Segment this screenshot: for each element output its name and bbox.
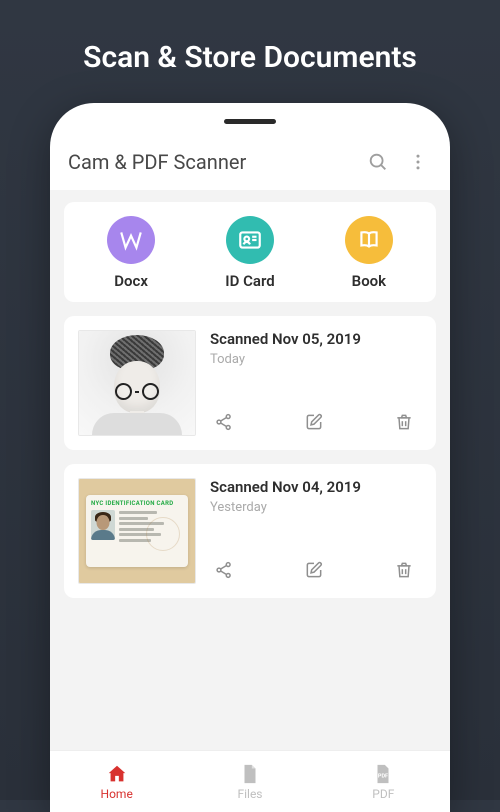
phone-notch xyxy=(224,119,276,124)
share-icon xyxy=(214,560,234,580)
category-book[interactable]: Book xyxy=(345,216,393,290)
tab-pdf[interactable]: PDF PDF xyxy=(317,751,450,812)
share-icon xyxy=(214,412,234,432)
scan-card-body: Scanned Nov 04, 2019 Yesterday xyxy=(210,478,422,584)
categories-row: Docx ID Card Book xyxy=(64,202,436,302)
search-button[interactable] xyxy=(364,148,392,176)
page-title: Scan & Store Documents xyxy=(0,0,500,103)
category-label: ID Card xyxy=(225,272,274,290)
app-bar: Cam & PDF Scanner xyxy=(50,138,450,190)
book-icon xyxy=(345,216,393,264)
content-area: Docx ID Card Book xyxy=(50,190,450,750)
delete-button[interactable] xyxy=(390,408,418,436)
scan-card-body: Scanned Nov 05, 2019 Today xyxy=(210,330,422,436)
category-docx[interactable]: Docx xyxy=(107,216,155,290)
search-icon xyxy=(367,151,389,173)
docx-icon xyxy=(107,216,155,264)
more-button[interactable] xyxy=(404,148,432,176)
scan-subtitle: Today xyxy=(210,352,422,367)
file-icon xyxy=(239,763,261,785)
home-icon xyxy=(106,763,128,785)
share-button[interactable] xyxy=(210,408,238,436)
tab-home[interactable]: Home xyxy=(50,751,183,812)
scan-card[interactable]: NYC IDENTIFICATION CARD xyxy=(64,464,436,598)
pdf-icon: PDF xyxy=(372,763,394,785)
more-vertical-icon xyxy=(408,152,428,172)
tab-label: Home xyxy=(101,787,133,801)
idcard-header: NYC IDENTIFICATION CARD xyxy=(91,500,183,507)
tab-label: Files xyxy=(237,787,262,801)
scan-thumbnail xyxy=(78,330,196,436)
category-label: Book xyxy=(352,272,386,290)
phone-frame: Cam & PDF Scanner Docx ID Card xyxy=(50,103,450,812)
trash-icon xyxy=(394,560,414,580)
scan-thumbnail: NYC IDENTIFICATION CARD xyxy=(78,478,196,584)
bottom-nav: Home Files PDF PDF xyxy=(50,750,450,812)
scan-actions xyxy=(210,556,422,584)
appbar-title: Cam & PDF Scanner xyxy=(68,150,352,174)
share-button[interactable] xyxy=(210,556,238,584)
trash-icon xyxy=(394,412,414,432)
tab-files[interactable]: Files xyxy=(183,751,316,812)
scan-title: Scanned Nov 04, 2019 xyxy=(210,478,422,496)
scan-card[interactable]: Scanned Nov 05, 2019 Today xyxy=(64,316,436,450)
tab-label: PDF xyxy=(372,787,394,801)
category-idcard[interactable]: ID Card xyxy=(225,216,274,290)
idcard-icon xyxy=(226,216,274,264)
edit-button[interactable] xyxy=(300,408,328,436)
scan-subtitle: Yesterday xyxy=(210,500,422,515)
delete-button[interactable] xyxy=(390,556,418,584)
edit-button[interactable] xyxy=(300,556,328,584)
category-label: Docx xyxy=(114,272,148,290)
svg-text:PDF: PDF xyxy=(378,773,388,779)
scan-actions xyxy=(210,408,422,436)
scan-title: Scanned Nov 05, 2019 xyxy=(210,330,422,348)
edit-icon xyxy=(304,412,324,432)
edit-icon xyxy=(304,560,324,580)
